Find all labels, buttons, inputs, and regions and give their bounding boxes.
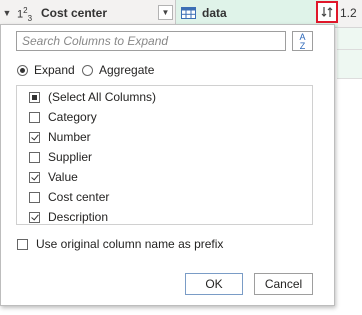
list-item-supplier[interactable]: Supplier (29, 148, 92, 166)
decimal-type-icon[interactable]: 1.2 (340, 6, 357, 20)
description-checkbox[interactable] (29, 211, 40, 223)
expand-radio[interactable] (17, 64, 28, 76)
cancel-button[interactable]: Cancel (254, 273, 313, 295)
expand-column-button[interactable] (316, 1, 338, 23)
sort-az-button[interactable]: AZ (292, 31, 313, 51)
aggregate-radio[interactable] (82, 64, 93, 76)
column-header-decimal[interactable]: 1.2 (339, 0, 362, 27)
value-checkbox[interactable] (29, 171, 40, 183)
use-prefix-checkbox[interactable] (17, 238, 28, 250)
aggregate-label: Aggregate (99, 63, 155, 77)
expand-columns-panel: AZ Expand Aggregate (Select All Columns)… (0, 24, 335, 306)
list-item-label: Supplier (48, 150, 93, 164)
select-all-checkbox[interactable] (29, 91, 40, 103)
category-checkbox[interactable] (29, 111, 40, 123)
expand-label: Expand (34, 63, 75, 77)
prefix-label: Use original column name as prefix (36, 237, 224, 251)
prefix-option[interactable]: Use original column name as prefix (17, 236, 223, 252)
ok-button[interactable]: OK (185, 273, 243, 295)
list-item-description[interactable]: Description (29, 208, 108, 226)
list-item-label: Number (48, 130, 91, 144)
grid-divider (337, 49, 362, 50)
column-header-cost-center: Cost center (41, 6, 108, 20)
list-item-category[interactable]: Category (29, 108, 97, 126)
aggregate-option[interactable]: Aggregate (82, 62, 154, 78)
table-icon (181, 7, 196, 19)
list-item-label: Category (48, 110, 97, 124)
column-checklist: (Select All Columns) Category Number Sup… (16, 85, 313, 225)
column-filter-button[interactable]: ▼ (158, 5, 173, 20)
filter-dropdown-icon[interactable]: ▼ (2, 7, 12, 19)
list-item-value[interactable]: Value (29, 168, 78, 186)
expand-arrows-icon (321, 7, 333, 17)
list-item-number[interactable]: Number (29, 128, 91, 146)
search-columns-input[interactable] (16, 31, 286, 51)
list-item-label: Value (48, 170, 78, 184)
column-header-label: data (202, 6, 227, 20)
grid-cell (337, 28, 362, 79)
whole-number-type-icon[interactable]: 123 (17, 6, 32, 23)
number-checkbox[interactable] (29, 131, 40, 143)
sort-az-icon: AZ (299, 32, 306, 51)
list-item-label: Cost center (48, 190, 110, 204)
expand-option[interactable]: Expand (17, 62, 75, 78)
list-item-label: (Select All Columns) (48, 90, 157, 104)
column-header-data[interactable]: data (175, 0, 338, 27)
list-item-cost-center[interactable]: Cost center (29, 188, 109, 206)
cost-center-checkbox[interactable] (29, 191, 40, 203)
supplier-checkbox[interactable] (29, 151, 40, 163)
list-item-label: Description (48, 210, 109, 224)
list-item-select-all[interactable]: (Select All Columns) (29, 88, 156, 106)
